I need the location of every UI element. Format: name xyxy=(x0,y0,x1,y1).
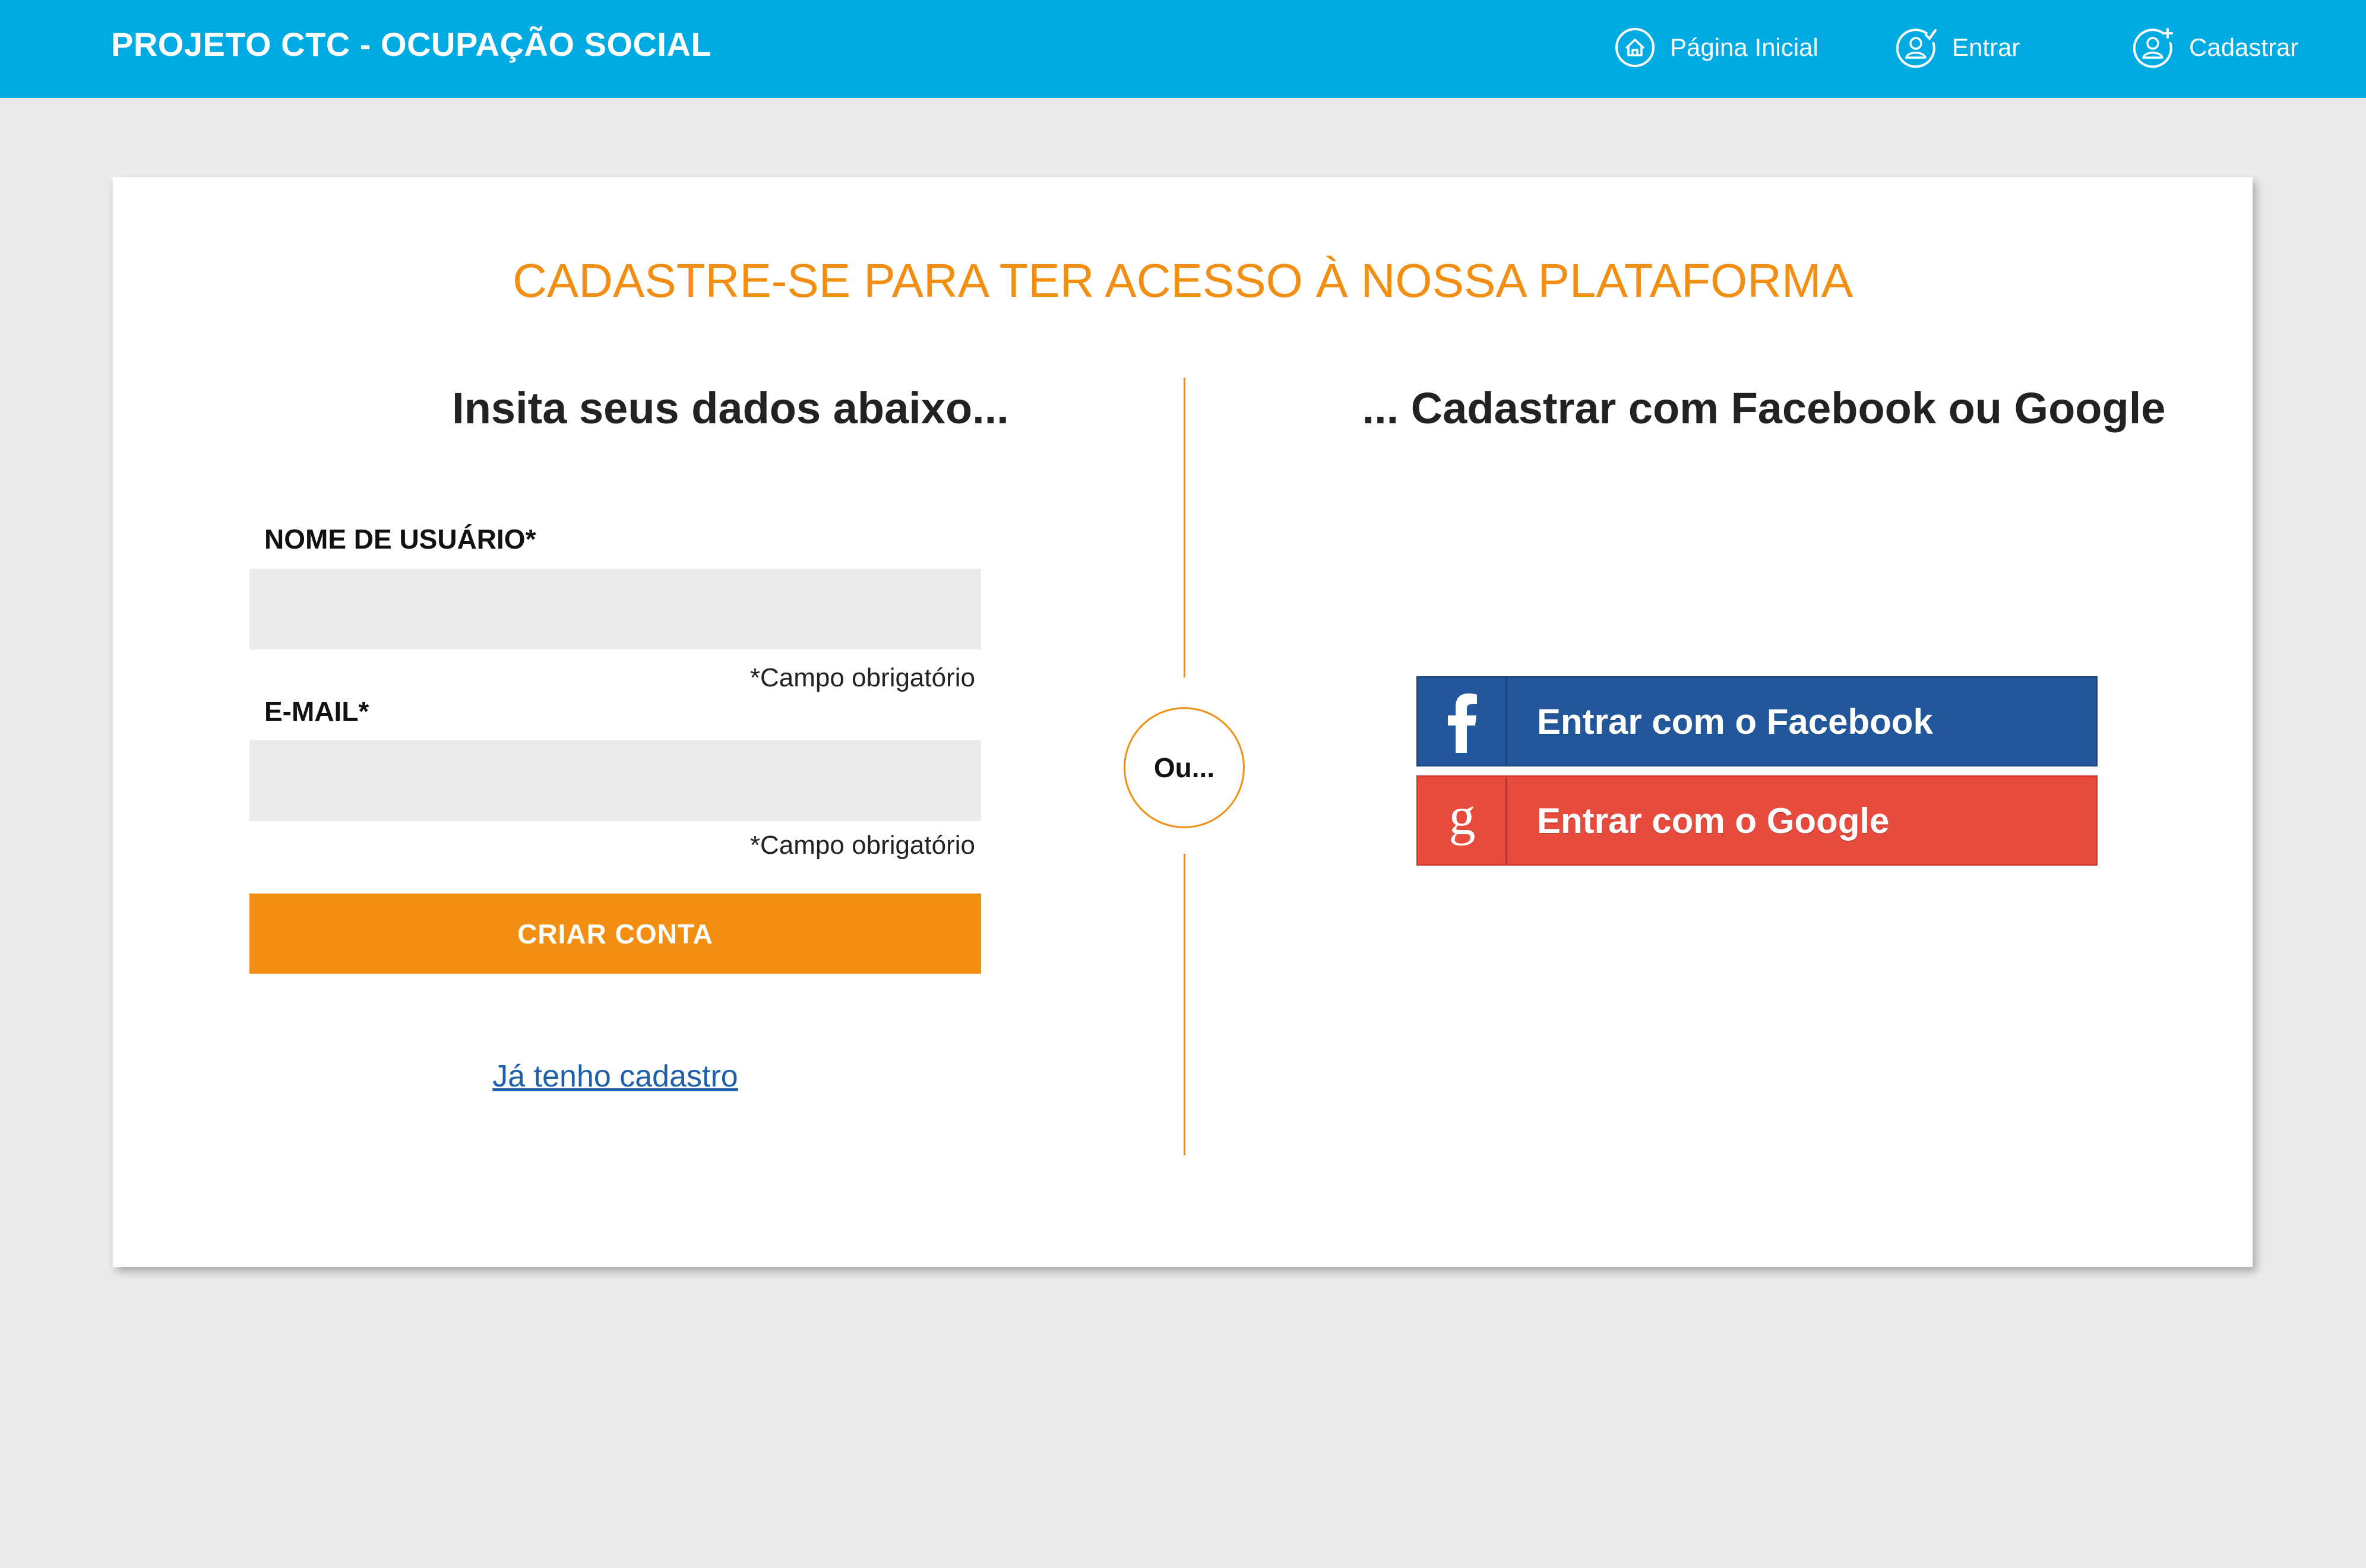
google-icon-box: g xyxy=(1418,777,1507,864)
signup-card: CADASTRE-SE PARA TER ACESSO À NOSSA PLAT… xyxy=(113,177,2253,1267)
facebook-login-button[interactable]: Entrar com o Facebook xyxy=(1416,676,2098,766)
create-account-button[interactable]: CRIAR CONTA xyxy=(249,894,981,974)
svg-text:g: g xyxy=(1448,788,1475,846)
already-registered-link[interactable]: Já tenho cadastro xyxy=(249,1056,981,1097)
email-label: E-MAIL* xyxy=(264,696,369,727)
user-plus-icon xyxy=(2133,28,2173,68)
page-title: CADASTRE-SE PARA TER ACESSO À NOSSA PLAT… xyxy=(513,254,1853,307)
email-input[interactable] xyxy=(249,740,981,821)
brand-title[interactable]: PROJETO CTC - OCUPAÇÃO SOCIAL xyxy=(111,24,711,65)
google-icon: g xyxy=(1448,788,1475,846)
or-divider-badge: Ou... xyxy=(1124,707,1245,828)
or-divider-label: Ou... xyxy=(1153,752,1215,783)
social-heading: ... Cadastrar com Facebook ou Google xyxy=(1362,384,2166,433)
google-login-label: Entrar com o Google xyxy=(1537,800,1890,841)
divider-line-bottom xyxy=(1184,854,1185,1155)
nav-login-link[interactable]: Entrar xyxy=(1896,24,2020,71)
nav-home-link[interactable]: Página Inicial xyxy=(1614,24,1818,71)
google-login-button[interactable]: g Entrar com o Google xyxy=(1416,775,2098,866)
top-navbar: PROJETO CTC - OCUPAÇÃO SOCIAL Página Ini… xyxy=(0,0,2366,98)
home-icon xyxy=(1615,28,1655,67)
nav-register-link[interactable]: Cadastrar xyxy=(2133,24,2298,71)
username-input[interactable] xyxy=(249,569,981,650)
divider-line-top xyxy=(1184,378,1185,677)
nav-login-label: Entrar xyxy=(1952,33,2020,61)
user-check-icon xyxy=(1896,28,1937,68)
form-heading: Insita seus dados abaixo... xyxy=(452,384,1009,433)
username-label: NOME DE USUÁRIO* xyxy=(264,524,536,555)
username-required-note: *Campo obrigatório xyxy=(749,663,975,692)
nav-home-label: Página Inicial xyxy=(1670,33,1818,61)
email-required-note: *Campo obrigatório xyxy=(749,831,975,860)
facebook-login-label: Entrar com o Facebook xyxy=(1537,701,1933,742)
nav-register-label: Cadastrar xyxy=(2189,33,2299,61)
facebook-icon xyxy=(1447,693,1477,753)
facebook-icon-box xyxy=(1418,678,1507,765)
